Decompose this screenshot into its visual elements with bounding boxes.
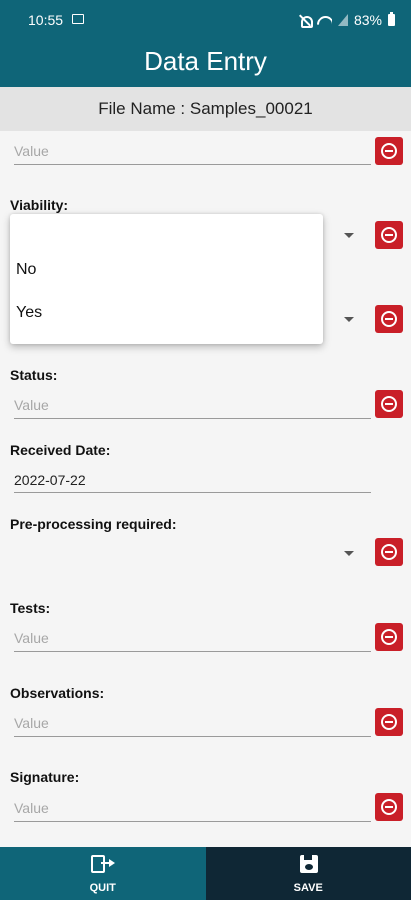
save-button[interactable]: SAVE xyxy=(205,847,411,900)
remove-icon xyxy=(381,714,397,730)
save-label: SAVE xyxy=(293,882,323,894)
remove-icon xyxy=(381,799,397,815)
viability-label: Viability: xyxy=(10,197,69,213)
page-title: Data Entry xyxy=(144,46,267,76)
remove-covered-field-button[interactable] xyxy=(375,305,403,333)
status-bar: 10:55 83% xyxy=(0,0,411,38)
top-value-input[interactable] xyxy=(14,137,371,165)
observations-input[interactable] xyxy=(14,709,371,737)
remove-icon xyxy=(381,629,397,645)
signature-input[interactable] xyxy=(14,794,371,822)
tests-input[interactable] xyxy=(14,624,371,652)
bottom-action-bar: QUIT SAVE xyxy=(0,847,411,900)
dropdown-arrow-icon xyxy=(344,551,354,556)
floppy-disk-icon xyxy=(299,855,318,873)
remove-tests-button[interactable] xyxy=(375,623,403,651)
signature-label: Signature: xyxy=(10,769,80,785)
preprocessing-dropdown[interactable] xyxy=(14,539,358,567)
remove-status-button[interactable] xyxy=(375,390,403,418)
remove-top-field-button[interactable] xyxy=(375,137,403,165)
preprocessing-label: Pre-processing required: xyxy=(10,516,177,532)
status-label: Status: xyxy=(10,367,58,383)
received-date-field[interactable]: 2022-07-22 xyxy=(14,467,371,493)
remove-icon xyxy=(381,311,397,327)
tests-label: Tests: xyxy=(10,600,51,616)
remove-preprocessing-button[interactable] xyxy=(375,538,403,566)
viability-options-popup: No Yes xyxy=(10,214,323,344)
dropdown-arrow-icon xyxy=(344,317,354,322)
status-icons: 83% xyxy=(299,12,395,28)
remove-icon xyxy=(381,544,397,560)
remove-icon xyxy=(381,143,397,159)
remove-observations-button[interactable] xyxy=(375,708,403,736)
app-bar: 10:55 83% Data Entry xyxy=(0,0,411,87)
remove-icon xyxy=(381,227,397,243)
observations-label: Observations: xyxy=(10,685,105,701)
received-date-label: Received Date: xyxy=(10,442,111,458)
mute-icon xyxy=(299,14,313,28)
option-yes[interactable]: Yes xyxy=(16,304,42,322)
status-input[interactable] xyxy=(14,391,371,419)
data-entry-screen: 10:55 83% Data Entry File Name : Samples… xyxy=(0,0,411,900)
remove-signature-button[interactable] xyxy=(375,793,403,821)
option-no[interactable]: No xyxy=(16,261,36,279)
battery-icon xyxy=(388,12,395,26)
battery-percent: 83% xyxy=(353,12,382,28)
quit-button[interactable]: QUIT xyxy=(0,847,206,900)
cast-icon xyxy=(72,14,84,24)
quit-label: QUIT xyxy=(89,882,116,894)
exit-icon xyxy=(91,855,115,879)
remove-viability-button[interactable] xyxy=(375,221,403,249)
dropdown-arrow-icon xyxy=(344,233,354,238)
file-name-bar: File Name : Samples_00021 xyxy=(0,87,411,131)
wifi-icon xyxy=(317,14,332,26)
status-time: 10:55 xyxy=(28,12,64,28)
remove-icon xyxy=(381,396,397,412)
signal-icon xyxy=(337,14,348,26)
